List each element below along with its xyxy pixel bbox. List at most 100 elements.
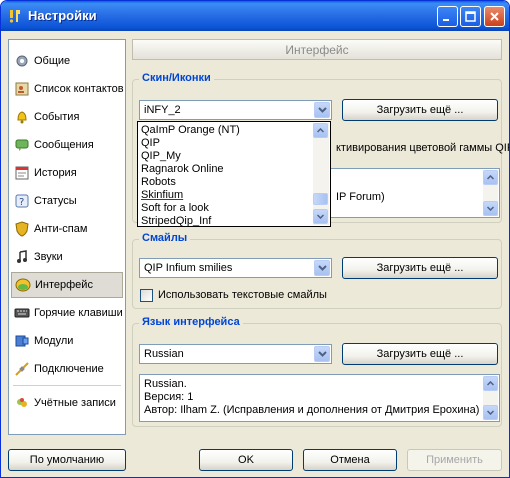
smiles-group: Смайлы QIP Infium smilies Загрузить ещё … xyxy=(132,232,502,309)
nav-item-sounds[interactable]: Звуки xyxy=(11,244,123,270)
dropdown-scrollbar[interactable] xyxy=(313,123,329,225)
minimize-icon xyxy=(443,19,449,21)
title-bar[interactable]: Настройки xyxy=(1,1,509,31)
scroll-down-icon[interactable] xyxy=(483,201,498,216)
nav-item-interface[interactable]: Интерфейс xyxy=(11,272,123,298)
nav-item-history[interactable]: История xyxy=(11,160,123,186)
svg-text:?: ? xyxy=(19,197,24,208)
language-group: Язык интерфейса Russian Загрузить ещё ..… xyxy=(132,316,502,427)
bell-icon xyxy=(17,111,27,124)
nav-item-label: Список контактов xyxy=(34,83,124,95)
nav-item-label: Подключение xyxy=(34,363,104,375)
nav-item-label: Сообщения xyxy=(34,139,94,151)
language-info-scrollbar[interactable] xyxy=(483,376,498,420)
history-icon xyxy=(15,166,29,180)
language-info-version: Версия: 1 xyxy=(144,391,194,403)
nav-item-hotkeys[interactable]: Горячие клавиши xyxy=(11,300,123,326)
minimize-button[interactable] xyxy=(437,6,458,27)
nav-item-accounts[interactable]: Учётные записи xyxy=(11,390,123,416)
ok-button[interactable]: OK xyxy=(199,449,293,471)
dropdown-option[interactable]: Soft for a look xyxy=(141,202,209,215)
language-info-name: Russian. xyxy=(144,378,187,390)
settings-nav-list: Общие Список контактов События Сообщения… xyxy=(8,39,126,435)
apply-button: Применить xyxy=(407,449,502,471)
music-note-icon xyxy=(17,250,27,263)
gear-icon xyxy=(16,55,28,67)
smiles-select-value: QIP Infium smilies xyxy=(144,262,233,274)
connection-icon xyxy=(15,362,29,376)
dropdown-option[interactable]: QIP_My xyxy=(141,150,181,163)
nav-item-messages[interactable]: Сообщения xyxy=(11,132,123,158)
contacts-icon xyxy=(15,82,29,96)
message-icon xyxy=(15,139,29,151)
scroll-down-icon[interactable] xyxy=(313,209,328,224)
smiles-group-title: Смайлы xyxy=(139,232,191,244)
defaults-button[interactable]: По умолчанию xyxy=(8,449,126,471)
nav-item-connection[interactable]: Подключение xyxy=(11,356,123,382)
chevron-down-icon[interactable] xyxy=(314,346,330,362)
language-load-more-button[interactable]: Загрузить ещё ... xyxy=(342,343,498,365)
nav-divider xyxy=(13,385,121,386)
skin-color-text: ктивирования цветовой гаммы QIP xyxy=(336,142,510,154)
nav-item-events[interactable]: События xyxy=(11,104,123,130)
dropdown-option[interactable]: Robots xyxy=(141,176,176,189)
skin-select[interactable]: iNFY_2 xyxy=(139,100,332,120)
maximize-icon xyxy=(465,11,476,22)
nav-item-contacts[interactable]: Список контактов xyxy=(11,76,124,102)
nav-item-modules[interactable]: Модули xyxy=(11,328,123,354)
interface-icon xyxy=(15,278,31,292)
dropdown-option[interactable]: Ragnarok Online xyxy=(141,163,224,176)
qip-app-icon xyxy=(9,10,20,23)
nav-item-statuses[interactable]: ? Статусы xyxy=(11,188,123,214)
scroll-down-icon[interactable] xyxy=(483,405,498,420)
skin-select-value: iNFY_2 xyxy=(144,104,181,116)
scroll-up-icon[interactable] xyxy=(483,170,498,185)
language-select[interactable]: Russian xyxy=(139,344,332,364)
dropdown-option[interactable]: QIP xyxy=(141,137,160,150)
maximize-button[interactable] xyxy=(460,6,481,27)
close-button[interactable] xyxy=(484,6,505,27)
keyboard-icon xyxy=(14,308,30,318)
skin-info-scrollbar[interactable] xyxy=(483,170,498,216)
scroll-up-icon[interactable] xyxy=(483,376,498,391)
scroll-thumb[interactable] xyxy=(313,193,328,205)
chevron-down-icon[interactable] xyxy=(314,102,330,118)
chevron-down-icon[interactable] xyxy=(314,260,330,276)
smiles-select[interactable]: QIP Infium smilies xyxy=(139,258,332,278)
skin-dropdown-list[interactable]: QaImP Orange (NT) QIP QIP_My Ragnarok On… xyxy=(137,121,331,227)
dropdown-option-hovered[interactable]: Skinfium xyxy=(141,189,183,202)
dialog-client: Общие Список контактов События Сообщения… xyxy=(4,31,509,475)
text-smiles-checkbox[interactable] xyxy=(140,289,153,302)
nav-item-label: Статусы xyxy=(34,195,77,207)
language-group-title: Язык интерфейса xyxy=(139,316,243,328)
nav-item-label: Горячие клавиши xyxy=(34,307,123,319)
nav-item-label: История xyxy=(34,167,77,179)
settings-window: Настройки Общие Список контактов События xyxy=(0,0,510,478)
language-info-author: Автор: Ilham Z. (Исправления и дополнени… xyxy=(144,404,480,416)
language-select-value: Russian xyxy=(144,348,184,360)
accounts-icon xyxy=(17,398,27,407)
plugin-icon xyxy=(15,335,29,347)
nav-item-label: Учётные записи xyxy=(34,397,116,409)
dropdown-option[interactable]: StripedQip_Inf xyxy=(141,215,211,228)
cancel-button[interactable]: Отмена xyxy=(303,449,397,471)
skin-info-text: IP Forum) xyxy=(336,191,385,203)
nav-item-antispam[interactable]: Анти-спам xyxy=(11,216,123,242)
nav-item-label: Анти-спам xyxy=(34,223,88,235)
nav-item-label: Интерфейс xyxy=(35,279,93,291)
nav-item-general[interactable]: Общие xyxy=(11,48,123,74)
scroll-up-icon[interactable] xyxy=(313,123,328,138)
language-info-box: Russian. Версия: 1 Автор: Ilham Z. (Испр… xyxy=(139,374,500,422)
status-icon: ? xyxy=(15,194,29,208)
window-title: Настройки xyxy=(28,8,97,23)
text-smiles-label[interactable]: Использовать текстовые смайлы xyxy=(158,289,327,301)
nav-item-label: Общие xyxy=(34,55,71,67)
nav-item-label: Модули xyxy=(34,335,74,347)
shield-icon xyxy=(15,221,29,237)
nav-item-label: События xyxy=(34,111,80,123)
page-title: Интерфейс xyxy=(132,39,502,60)
dropdown-option[interactable]: QaImP Orange (NT) xyxy=(141,124,240,137)
smiles-load-more-button[interactable]: Загрузить ещё ... xyxy=(342,257,498,279)
skin-load-more-button[interactable]: Загрузить ещё ... xyxy=(342,99,498,121)
skin-group-title: Скин/Иконки xyxy=(139,72,214,84)
